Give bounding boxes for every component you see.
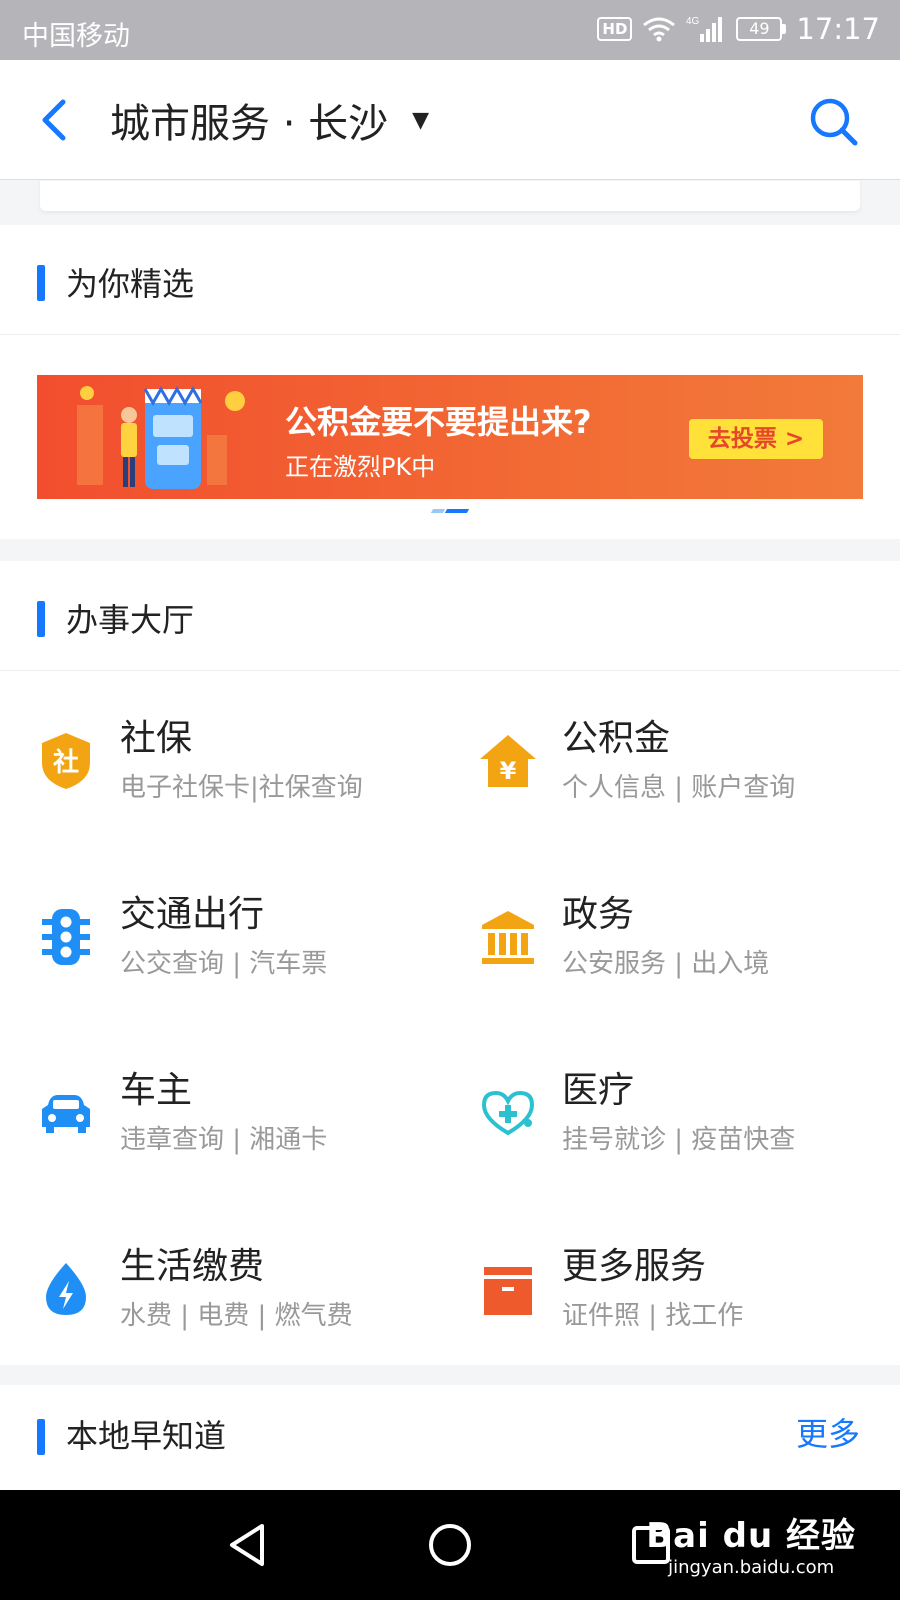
water-drop-icon [46,1263,86,1315]
service-name: 生活缴费 [120,1246,265,1287]
car-icon [42,1095,90,1133]
service-more[interactable]: 更多服务 证件照 | 找工作 [442,1199,882,1375]
nav-bar: 城市服务 · 长沙 ▼ [0,60,900,180]
back-arrow-icon [42,99,66,141]
page-title: 城市服务 · 长沙 [110,101,389,147]
svg-text:社: 社 [53,747,79,778]
carousel-indicator [430,509,470,513]
service-name: 交通出行 [120,894,265,935]
clock: 17:17 [796,12,880,46]
svg-text:¥: ¥ [500,757,517,785]
service-social-security[interactable]: 社 社保 电子社保卡|社保查询 [0,671,440,847]
service-name: 公积金 [562,718,671,759]
service-medical[interactable]: 医疗 挂号就诊 | 疫苗快查 [442,1023,882,1199]
section-accent-bar [37,265,45,301]
carrier-label: 中国移动 [22,21,130,52]
status-bar: 中国移动 HD 4G 49 17:17 [0,0,900,60]
service-hall-section: 办事大厅 社 社保 电子社保卡|社保查询 ¥ 公积金 个人信息 | 账户查询 交… [0,561,900,1365]
service-desc: 违章查询 | 湘通卡 [120,1125,328,1155]
wifi-icon [643,17,676,42]
city-selector[interactable]: 城市服务 · 长沙 ▼ [110,90,429,150]
carousel-dot-active [444,509,470,513]
system-nav-bar: Bai du 经验 jingyan.baidu.com [0,1490,900,1600]
content-scroll[interactable]: 为你精选 公积金要不要提出来? 正在激烈PK中 去投票 > 办事大厅 社 社保 … [0,181,900,1490]
watermark-domain: jingyan.baidu.com [668,1557,835,1578]
service-name: 车主 [120,1070,193,1111]
local-news-title: 本地早知道 [66,1417,227,1455]
housing-fund-icon: ¥ [480,735,536,787]
banner-illustration-icon [77,385,245,489]
back-button[interactable] [32,95,76,145]
system-home-button[interactable] [425,1520,475,1570]
service-desc: 挂号就诊 | 疫苗快查 [562,1125,796,1155]
baidu-jingyan-watermark: Bai du 经验 jingyan.baidu.com [646,1508,856,1578]
watermark-logo: Bai du 经验 [646,1516,856,1556]
local-news-header: 本地早知道 更多 [0,1385,900,1490]
battery-indicator: 49 [736,17,787,41]
featured-section-title: 为你精选 [66,265,195,303]
service-name: 社保 [120,718,193,759]
service-desc: 电子社保卡|社保查询 [120,773,363,803]
circle-home-icon [429,1524,471,1566]
banner-title: 公积金要不要提出来? [285,403,592,441]
service-hall-title: 办事大厅 [66,601,195,639]
battery-level: 49 [736,17,783,41]
signal-icon: 4G [686,16,723,42]
service-desc: 个人信息 | 账户查询 [562,773,796,803]
system-back-button[interactable] [224,1520,274,1570]
section-accent-bar [37,601,45,637]
more-link[interactable]: 更多 [796,1409,860,1455]
service-housing-fund[interactable]: ¥ 公积金 个人信息 | 账户查询 [442,671,882,847]
network-type-label: 4G [686,16,700,27]
service-hall-header: 办事大厅 [0,561,900,671]
featured-section: 为你精选 公积金要不要提出来? 正在激烈PK中 去投票 > [0,225,900,539]
search-icon [810,98,858,146]
service-name: 更多服务 [562,1246,707,1287]
service-transport[interactable]: 交通出行 公交查询 | 汽车票 [0,847,440,1023]
service-name: 政务 [562,894,635,935]
carousel-dot [430,509,446,513]
service-government[interactable]: 政务 公安服务 | 出入境 [442,847,882,1023]
banner-subtitle: 正在激烈PK中 [285,453,436,481]
service-car-owner[interactable]: 车主 违章查询 | 湘通卡 [0,1023,440,1199]
service-utilities[interactable]: 生活缴费 水费 | 电费 | 燃气费 [0,1199,440,1375]
status-icons: HD 4G 49 17:17 [597,12,880,46]
government-building-icon [482,911,534,964]
traffic-light-icon [42,909,90,965]
stethoscope-icon [481,1090,535,1136]
battery-tip [782,24,787,34]
service-desc: 公安服务 | 出入境 [562,949,770,979]
box-icon [484,1267,532,1315]
service-desc: 证件照 | 找工作 [562,1301,744,1331]
section-accent-bar [37,1419,45,1455]
social-security-icon: 社 [42,733,90,789]
service-name: 医疗 [562,1070,635,1111]
hd-badge: HD [597,17,633,41]
local-news-section: 本地早知道 更多 [0,1385,900,1490]
vote-banner[interactable]: 公积金要不要提出来? 正在激烈PK中 去投票 > [37,375,863,499]
service-desc: 公交查询 | 汽车票 [120,949,328,979]
triangle-back-icon [230,1524,264,1566]
dropdown-triangle-icon: ▼ [412,107,430,133]
featured-header: 为你精选 [0,225,900,335]
service-desc: 水费 | 电费 | 燃气费 [120,1301,353,1331]
previous-card [40,181,860,211]
vote-button[interactable]: 去投票 > [689,419,823,459]
search-button[interactable] [808,96,860,148]
